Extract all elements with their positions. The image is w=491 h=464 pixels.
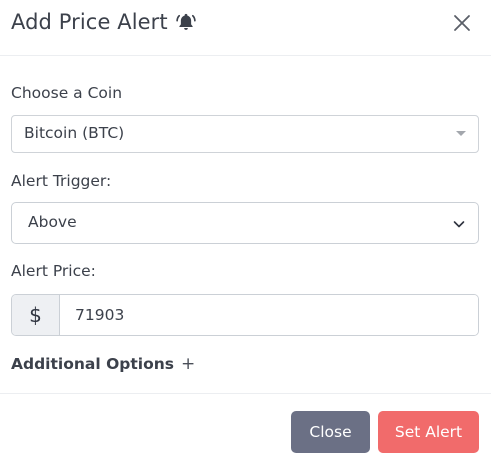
alert-trigger-value: Above bbox=[28, 213, 77, 231]
plus-icon: + bbox=[180, 354, 196, 374]
chevron-down-icon bbox=[452, 216, 466, 230]
modal-title: Add Price Alert bbox=[11, 10, 168, 34]
alert-trigger-select[interactable]: Above bbox=[11, 202, 479, 244]
coin-select-value: Bitcoin (BTC) bbox=[24, 124, 125, 142]
close-icon[interactable] bbox=[452, 13, 472, 33]
modal-footer: Close Set Alert bbox=[0, 393, 491, 464]
alert-trigger-label: Alert Trigger: bbox=[11, 172, 112, 190]
currency-addon: $ bbox=[12, 295, 60, 335]
coin-select[interactable]: Bitcoin (BTC) bbox=[11, 115, 479, 153]
modal-header: Add Price Alert bbox=[0, 0, 491, 56]
bell-ringing-icon bbox=[175, 11, 197, 33]
modal-title-wrap: Add Price Alert bbox=[11, 10, 197, 34]
alert-price-input[interactable] bbox=[60, 295, 478, 335]
caret-down-icon bbox=[456, 131, 466, 136]
add-price-alert-modal: Add Price Alert Choose a Coin Bitcoin (B… bbox=[0, 0, 491, 464]
additional-options-toggle[interactable]: Additional Options + bbox=[11, 354, 195, 374]
alert-price-label: Alert Price: bbox=[11, 262, 96, 280]
additional-options-label: Additional Options bbox=[11, 355, 174, 373]
alert-price-input-group: $ bbox=[11, 294, 479, 336]
close-button[interactable]: Close bbox=[291, 411, 370, 453]
set-alert-button[interactable]: Set Alert bbox=[378, 411, 479, 453]
coin-label: Choose a Coin bbox=[11, 84, 123, 102]
